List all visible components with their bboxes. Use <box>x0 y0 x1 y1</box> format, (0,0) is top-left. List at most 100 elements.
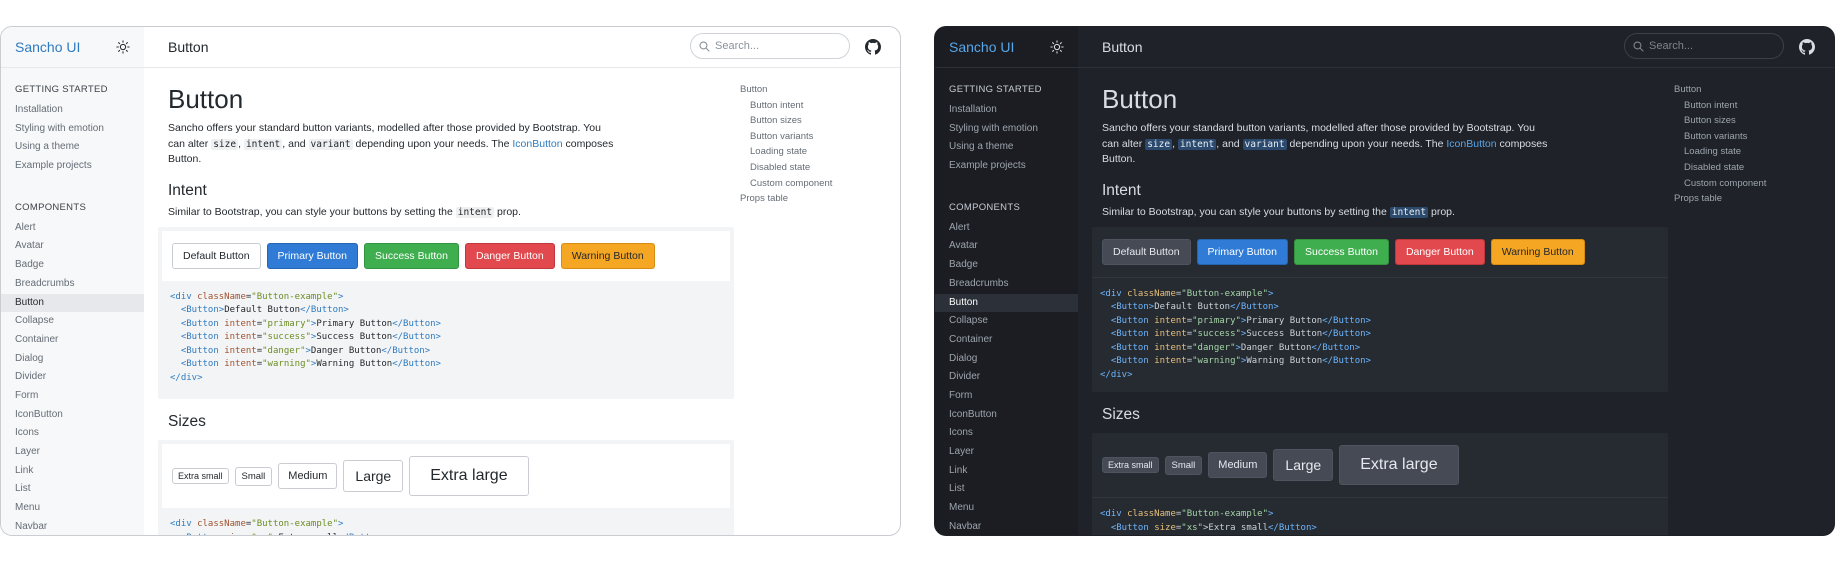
size-button-xl[interactable]: Extra large <box>1339 445 1459 485</box>
sidebar-item-button[interactable]: Button <box>1 293 144 313</box>
toc-item[interactable]: Props table <box>740 191 870 207</box>
sidebar-item-button[interactable]: Button <box>935 293 1078 313</box>
size-button-lg[interactable]: Large <box>1273 449 1334 481</box>
sidebar-item-using-a-theme[interactable]: Using a theme <box>1 138 144 157</box>
toc-item[interactable]: Button intent <box>740 98 870 114</box>
sizes-heading: Sizes <box>1102 406 1140 423</box>
sidebar-item-dialog[interactable]: Dialog <box>1 350 144 369</box>
sidebar-item-alert[interactable]: Alert <box>935 219 1078 238</box>
danger-button[interactable]: Danger Button <box>464 242 555 269</box>
sidebar-item-badge[interactable]: Badge <box>1 256 144 275</box>
success-button[interactable]: Success Button <box>1294 238 1389 265</box>
default-button[interactable]: Default Button <box>172 242 261 269</box>
toc-item[interactable]: Button variants <box>740 129 870 145</box>
sidebar-item-icons[interactable]: Icons <box>935 424 1078 443</box>
sidebar-item-navbar[interactable]: Navbar <box>935 518 1078 535</box>
sidebar-item-link[interactable]: Link <box>1 462 144 481</box>
search-input[interactable]: Search... <box>1624 33 1784 59</box>
sidebar-item-breadcrumbs[interactable]: Breadcrumbs <box>1 275 144 294</box>
toc-item[interactable]: Props table <box>1674 191 1804 207</box>
size-button-xl[interactable]: Extra large <box>409 456 529 496</box>
size-button-lg[interactable]: Large <box>343 460 404 492</box>
code-line: <Button intent="primary">Primary Button<… <box>180 318 441 329</box>
sidebar-item-menu[interactable]: Menu <box>1 499 144 518</box>
sidebar-item-form[interactable]: Form <box>935 387 1078 406</box>
intent-example: Default Button Primary Button Success Butt… <box>158 226 734 399</box>
toc-item[interactable]: Button intent <box>1674 98 1804 114</box>
size-button-sm[interactable]: Small <box>1164 455 1203 475</box>
size-button-md[interactable]: Medium <box>1208 452 1268 478</box>
github-icon[interactable] <box>865 39 881 55</box>
toc-item[interactable]: Button sizes <box>1674 113 1804 129</box>
sidebar-item-dialog[interactable]: Dialog <box>935 350 1078 369</box>
danger-button[interactable]: Danger Button <box>1394 238 1485 265</box>
sidebar-item-container[interactable]: Container <box>1 331 144 350</box>
brand-link[interactable]: Sancho UI <box>949 39 1014 55</box>
sizes-example: Extra small Small Medium Large Extra large <… <box>158 440 734 535</box>
toc-item[interactable]: Disabled state <box>740 160 870 176</box>
code-line: <Button intent="warning">Warning Button<… <box>1110 356 1371 366</box>
sidebar-item-divider[interactable]: Divider <box>1 368 144 387</box>
sidebar-item-avatar[interactable]: Avatar <box>935 237 1078 256</box>
sidebar-item-list[interactable]: List <box>1 480 144 499</box>
sidebar-item-iconbutton[interactable]: IconButton <box>1 406 144 425</box>
sidebar-item-alert[interactable]: Alert <box>1 219 144 238</box>
size-button-xs[interactable]: Extra small <box>1102 457 1159 473</box>
size-button-md[interactable]: Medium <box>278 463 338 489</box>
sidebar-item-menu[interactable]: Menu <box>935 499 1078 518</box>
sidebar-item-form[interactable]: Form <box>1 387 144 406</box>
sidebar-item-example-projects[interactable]: Example projects <box>1 157 144 176</box>
sidebar-heading-components: COMPONENTS <box>15 201 87 213</box>
sidebar-item-badge[interactable]: Badge <box>935 256 1078 275</box>
sidebar-item-layer[interactable]: Layer <box>935 443 1078 462</box>
sidebar-item-using-a-theme[interactable]: Using a theme <box>935 138 1078 157</box>
toc-item[interactable]: Loading state <box>1674 144 1804 160</box>
github-icon[interactable] <box>1799 39 1815 55</box>
sidebar-item-container[interactable]: Container <box>935 331 1078 350</box>
sidebar-item-icons[interactable]: Icons <box>1 424 144 443</box>
sidebar: GETTING STARTED Installation Styling with… <box>935 68 1078 535</box>
sidebar-item-collapse[interactable]: Collapse <box>1 312 144 331</box>
table-of-contents: Button Button intent Button sizes Button va… <box>740 82 870 207</box>
success-button[interactable]: Success Button <box>364 242 459 269</box>
sidebar-item-collapse[interactable]: Collapse <box>935 312 1078 331</box>
toc-item[interactable]: Button variants <box>1674 129 1804 145</box>
sidebar-item-list[interactable]: List <box>935 480 1078 499</box>
sidebar-item-installation[interactable]: Installation <box>1 101 144 120</box>
warning-button[interactable]: Warning Button <box>1490 238 1585 265</box>
sidebar-item-styling-with-emotion[interactable]: Styling with emotion <box>935 120 1078 139</box>
sidebar-item-layer[interactable]: Layer <box>1 443 144 462</box>
iconbutton-link[interactable]: IconButton <box>1446 138 1496 150</box>
primary-button[interactable]: Primary Button <box>1196 238 1288 265</box>
sun-icon[interactable] <box>1050 40 1064 54</box>
warning-button[interactable]: Warning Button <box>560 242 655 269</box>
toc-item[interactable]: Button sizes <box>740 113 870 129</box>
sidebar-item-divider[interactable]: Divider <box>935 368 1078 387</box>
brand-link[interactable]: Sancho UI <box>15 39 80 55</box>
primary-button[interactable]: Primary Button <box>266 242 358 269</box>
sidebar-item-iconbutton[interactable]: IconButton <box>935 406 1078 425</box>
iconbutton-link[interactable]: IconButton <box>512 138 562 150</box>
size-button-xs[interactable]: Extra small <box>172 468 229 484</box>
toc-item[interactable]: Loading state <box>740 144 870 160</box>
sidebar-item-styling-with-emotion[interactable]: Styling with emotion <box>1 120 144 139</box>
size-button-sm[interactable]: Small <box>234 466 273 486</box>
sidebar-item-breadcrumbs[interactable]: Breadcrumbs <box>935 275 1078 294</box>
code-variant: variant <box>1242 138 1287 150</box>
sidebar-item-installation[interactable]: Installation <box>935 101 1078 120</box>
default-button[interactable]: Default Button <box>1102 238 1191 265</box>
code-line: <Button intent="danger">Danger Button</B… <box>1110 342 1361 353</box>
intro-paragraph: Sancho offers your standard button varia… <box>168 122 614 165</box>
sun-icon[interactable] <box>116 40 130 54</box>
toc-item[interactable]: Button <box>1674 82 1804 98</box>
sidebar-item-link[interactable]: Link <box>935 462 1078 481</box>
toc-item[interactable]: Button <box>740 82 870 98</box>
sidebar-item-example-projects[interactable]: Example projects <box>935 157 1078 176</box>
toc-item[interactable]: Custom component <box>740 176 870 192</box>
search-input[interactable]: Search... <box>690 33 850 59</box>
sidebar-item-avatar[interactable]: Avatar <box>1 237 144 256</box>
sidebar-item-navbar[interactable]: Navbar <box>1 518 144 535</box>
code-line: <Button intent="warning">Warning Button<… <box>180 359 441 369</box>
toc-item[interactable]: Disabled state <box>1674 160 1804 176</box>
toc-item[interactable]: Custom component <box>1674 176 1804 192</box>
